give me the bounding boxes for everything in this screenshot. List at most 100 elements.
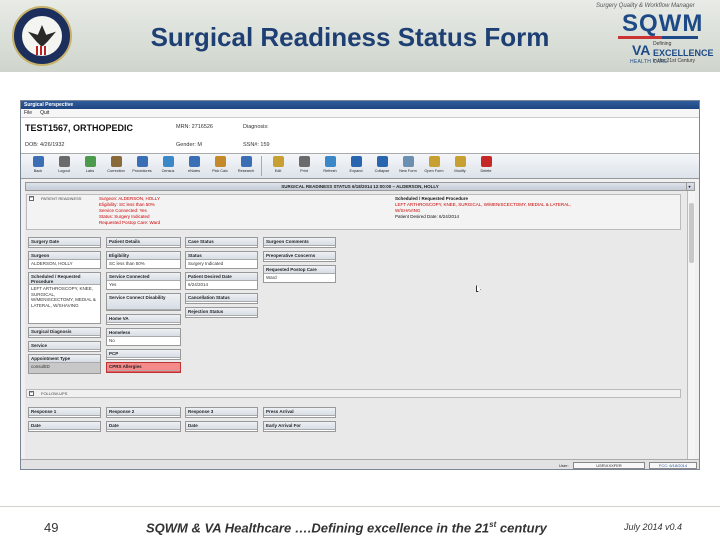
patient-gender: Gender: M [176, 142, 202, 148]
press-arrival-header: Press Arrival [263, 407, 336, 418]
surgical-diagnosis-field[interactable]: Surgical Diagnosis [28, 327, 101, 338]
app-window: Surgical Perspective File Quit TEST1567,… [20, 100, 700, 470]
response-2-header: Response 2 [106, 407, 181, 418]
menu-file[interactable]: File [24, 110, 32, 116]
refresh-icon [324, 156, 336, 167]
procedures-icon [136, 156, 148, 167]
footer-date: July 2014 v0.4 [624, 522, 683, 532]
patient-diagnosis: Diagnosis: [243, 124, 269, 130]
brand-tagline: Surgery Quality & Workflow Manager [596, 3, 695, 9]
labs-icon [84, 156, 96, 167]
rejection-status-field[interactable]: Rejection Status [185, 307, 258, 318]
new-form-button[interactable]: New Form [395, 156, 421, 178]
homeless-field[interactable]: Homeless No [106, 328, 181, 346]
brand-divider [618, 36, 698, 39]
open-form-button[interactable]: Open Form [421, 156, 447, 178]
status-bar: User: USR\XXXFER FCC: 6/18/2014 [21, 459, 699, 469]
research-button[interactable]: Research [233, 156, 259, 178]
service-connected-field[interactable]: Service Connected Yes [106, 272, 181, 290]
surgeon-field[interactable]: Surgeon ALDERSON, HOLLY [28, 251, 101, 269]
back-arrow-icon [32, 156, 44, 167]
new-form-icon [402, 156, 414, 167]
logout-button[interactable]: Logout [51, 156, 77, 178]
correction-button[interactable]: Correction [103, 156, 129, 178]
sqwm-logo: SQWM [622, 10, 704, 37]
response-1-date-field[interactable]: Date [28, 421, 101, 432]
response-3-header: Response 3 [185, 407, 258, 418]
summary-right: Scheduled / Requested Procedure LEFT ART… [395, 196, 571, 219]
menu-bar: File Quit [21, 109, 699, 118]
form-title-bar: SURGICAL READINESS STATUS 6/18/2014 12:0… [25, 182, 695, 191]
toolbar: Back Logout Labs Correction Procedures C… [21, 154, 699, 179]
surgeon-comments-field[interactable]: Surgeon Comments [263, 237, 336, 248]
delete-x-icon [480, 156, 492, 167]
slide-header: Surgical Readiness Status Form Surgery Q… [0, 0, 720, 72]
patient-mrn: MRN: 2716526 [176, 124, 213, 130]
pick-calc-button[interactable]: Pick Calc [207, 156, 233, 178]
service-field[interactable]: Service [28, 341, 101, 352]
collapse-toggle-icon[interactable]: − [29, 391, 34, 396]
calculator-icon [214, 156, 226, 167]
scroll-thumb[interactable] [689, 203, 694, 263]
enotes-icon [188, 156, 200, 167]
response-2-date-field[interactable]: Date [106, 421, 181, 432]
requested-postop-care-field[interactable]: Requested Postop Care Ward [263, 265, 336, 283]
printer-icon [298, 156, 310, 167]
excellence-pre: Defining [653, 41, 672, 47]
va-logo: VA [632, 42, 651, 58]
folder-icon [428, 156, 440, 167]
collapse-button[interactable]: Collapse [369, 156, 395, 178]
window-title: Surgical Perspective [21, 101, 699, 109]
research-icon [240, 156, 252, 167]
expand-button[interactable]: Expand [343, 156, 369, 178]
collapse-toggle-icon[interactable]: − [29, 196, 34, 201]
census-button[interactable]: Census [155, 156, 181, 178]
response-3-date-field[interactable]: Date [185, 421, 258, 432]
pcp-field[interactable]: PCP [106, 349, 181, 360]
slide-title: Surgical Readiness Status Form [150, 22, 550, 52]
status-field[interactable]: Status Surgery Indicated [185, 251, 258, 269]
edit-button[interactable]: Edit [265, 156, 291, 178]
page-number: 49 [44, 520, 59, 535]
summary-label: PATIENT READINESS [41, 196, 82, 201]
summary-left: Surgeon: ALDERSON, HOLLY Eligibility: SC… [99, 196, 161, 225]
enotes-button[interactable]: eNotes [181, 156, 207, 178]
patient-details-header: Patient Details [106, 237, 181, 248]
logout-icon [58, 156, 70, 167]
modify-icon [454, 156, 466, 167]
patient-desired-date-field[interactable]: Patient Desired Date 6/24/2014 [185, 272, 258, 290]
vertical-scrollbar[interactable] [687, 191, 695, 463]
procedures-button[interactable]: Procedures [129, 156, 155, 178]
service-connect-disability-field[interactable]: Service Connect Disability [106, 293, 181, 311]
print-button[interactable]: Print [291, 156, 317, 178]
appointment-type-field[interactable]: Appointment Type consultID [28, 354, 101, 374]
excellence-tagline: Defining EXCELLENCE in the 21st Century [653, 41, 714, 65]
followup-label: FOLLOW-UPS [41, 391, 68, 396]
early-arrival-field[interactable]: Early Arrival For [263, 421, 336, 432]
response-1-header: Response 1 [28, 407, 101, 418]
delete-button[interactable]: Delete [473, 156, 499, 178]
eligibility-field[interactable]: Eligibility SC less than 50% [106, 251, 181, 269]
followup-section-bar: − FOLLOW-UPS [26, 389, 681, 398]
preoperative-concerns-field[interactable]: Preoperative Concerns [263, 251, 336, 262]
modify-button[interactable]: Modify [447, 156, 473, 178]
patient-ssn: SSN#: 159 [243, 142, 270, 148]
footer-tagline: SQWM & VA Healthcare ….Defining excellen… [146, 520, 547, 536]
labs-button[interactable]: Labs [77, 156, 103, 178]
footer-divider [0, 506, 720, 507]
scheduled-procedure-field[interactable]: Scheduled / Requested Procedure LEFT ARTH… [28, 272, 101, 324]
cprs-allergies-alert[interactable]: CPRS Allergies [106, 362, 181, 373]
case-status-header: Case Status [185, 237, 258, 248]
mouse-cursor-icon [476, 285, 481, 292]
va-seal-icon [12, 6, 72, 66]
plus-icon [350, 156, 362, 167]
back-button[interactable]: Back [25, 156, 51, 178]
cancellation-status-field[interactable]: Cancellation Status [185, 293, 258, 304]
menu-quit[interactable]: Quit [40, 110, 49, 116]
refresh-button[interactable]: Refresh [317, 156, 343, 178]
minus-icon [376, 156, 388, 167]
surgery-date-field[interactable]: Surgery Date [28, 237, 101, 248]
patient-dob: DOB: 4/26/1932 [25, 142, 65, 148]
home-va-field[interactable]: Home VA [106, 314, 181, 325]
chevron-down-icon[interactable]: ▾ [686, 183, 692, 190]
